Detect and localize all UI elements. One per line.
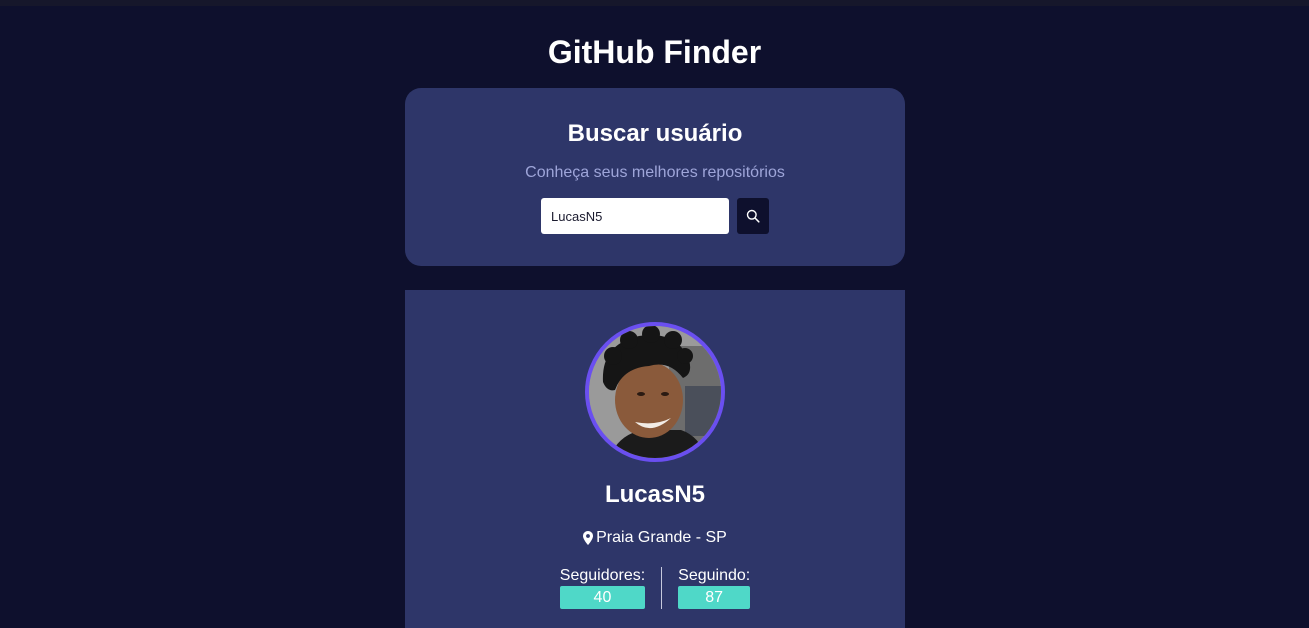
profile-card: LucasN5 Praia Grande - SP Seguidores: 40… [405,290,905,628]
profile-location: Praia Grande - SP [405,528,905,548]
location-text: Praia Grande - SP [596,529,727,546]
following-label: Seguindo: [678,567,751,584]
following-count: 87 [678,586,751,609]
search-button[interactable] [737,198,769,234]
map-pin-icon [583,531,594,545]
followers-label: Seguidores: [559,567,646,584]
window-top-bar [0,0,1309,6]
search-heading: Buscar usuário [567,120,743,147]
following-stat: Seguindo: 87 [678,566,750,609]
followers-stat: Seguidores: 40 [560,566,645,609]
search-icon [746,209,760,223]
search-card: Buscar usuário Conheça seus melhores rep… [405,88,905,266]
profile-stats: Seguidores: 40 Seguindo: 87 [405,566,905,609]
app-title: GitHub Finder [547,34,762,70]
stats-divider [661,567,663,609]
avatar [585,322,725,462]
search-input[interactable] [541,198,729,234]
profile-username: LucasN5 [604,481,706,508]
followers-count: 40 [559,586,645,609]
search-subtitle: Conheça seus melhores repositórios [525,164,785,181]
